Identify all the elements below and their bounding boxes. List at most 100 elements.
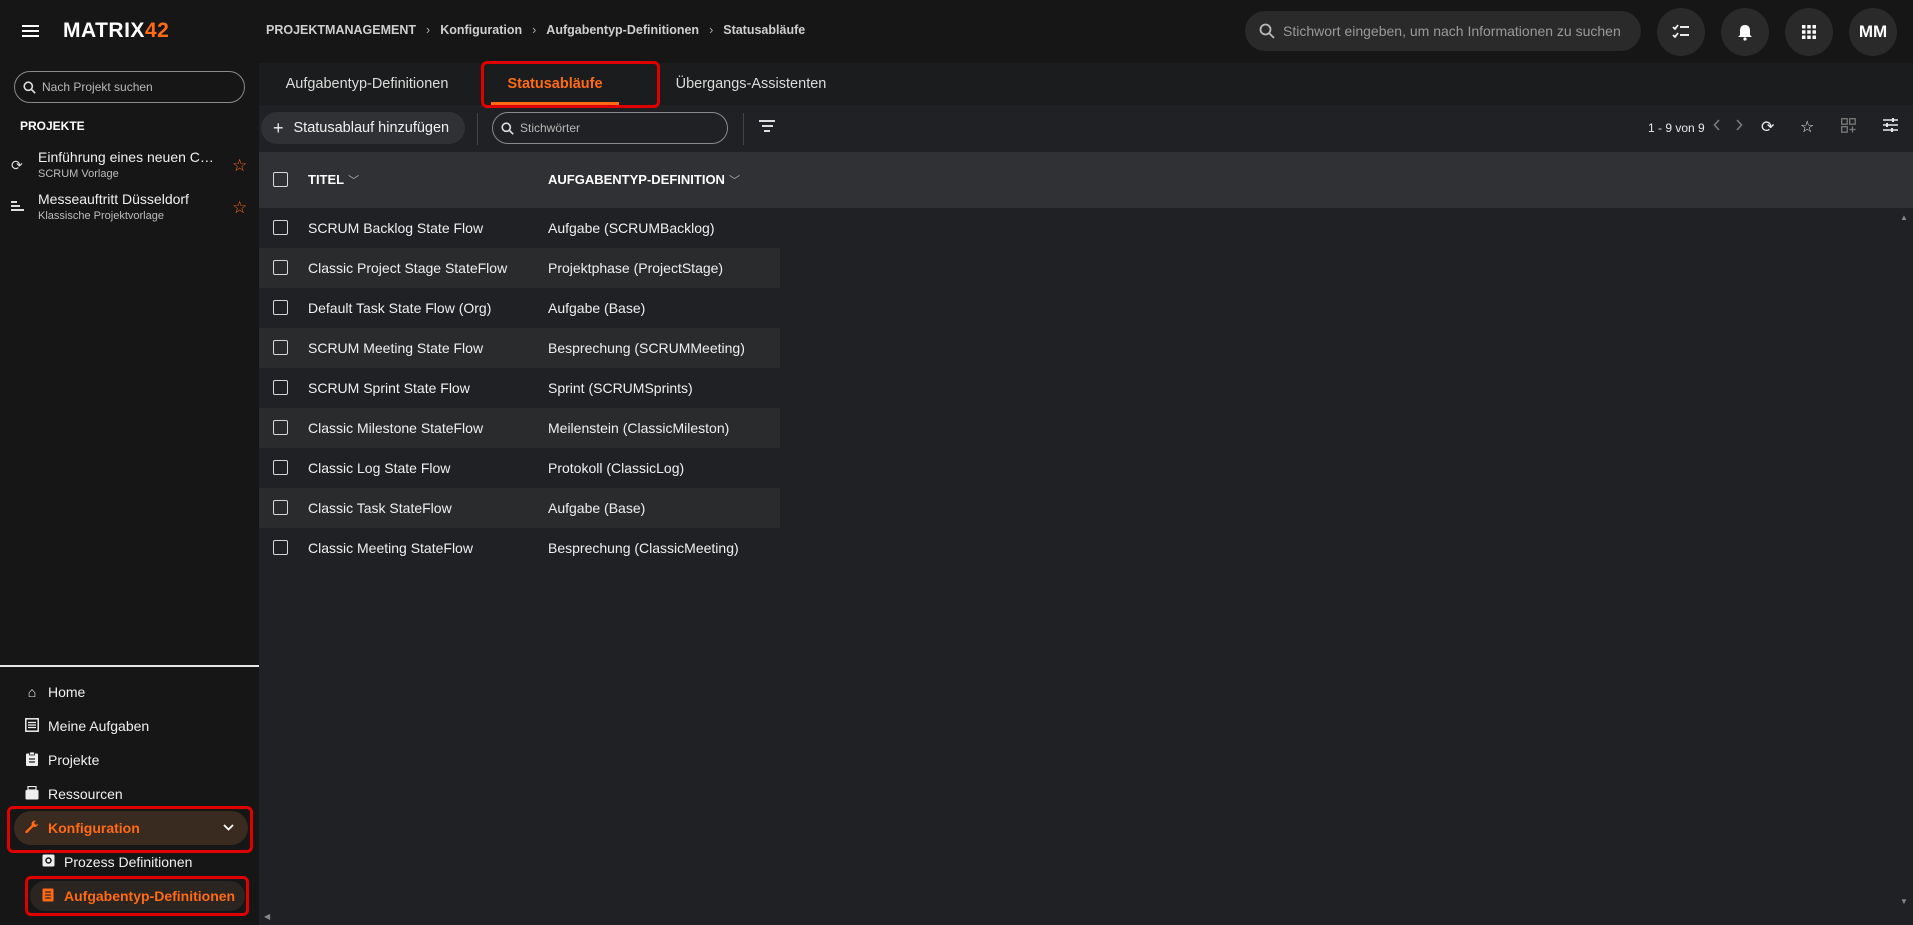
scroll-left-icon[interactable]: ◀ — [264, 912, 270, 921]
project-search[interactable] — [14, 71, 245, 103]
app-logo[interactable]: MATRIX42 — [63, 19, 169, 43]
select-all-checkbox[interactable] — [273, 172, 288, 187]
breadcrumb: PROJEKTMANAGEMENT › Konfiguration › Aufg… — [266, 23, 805, 37]
home-icon: ⌂ — [27, 684, 37, 700]
column-header-label: TITEL — [308, 172, 345, 187]
star-icon[interactable]: ☆ — [232, 156, 247, 176]
notification-bell-icon[interactable] — [1721, 8, 1769, 56]
settings-sliders-icon[interactable] — [1883, 118, 1898, 137]
scroll-up-icon[interactable]: ▲ — [1900, 213, 1908, 222]
project-title: Einführung eines neuen CR... — [38, 149, 218, 165]
row-checkbox[interactable] — [273, 220, 288, 235]
table-row[interactable]: Classic Project Stage StateFlow Projektph… — [259, 248, 780, 288]
nav-item-home[interactable]: ⌂ Home — [14, 675, 248, 709]
column-header-title[interactable]: TITEL ﹀ — [308, 172, 359, 188]
star-icon[interactable]: ☆ — [1800, 117, 1814, 137]
user-avatar[interactable]: MM — [1849, 8, 1897, 56]
search-icon — [1259, 23, 1275, 39]
nav-item-resources[interactable]: Ressourcen — [14, 777, 248, 811]
checklist-icon[interactable] — [1657, 8, 1705, 56]
star-icon[interactable]: ☆ — [232, 198, 247, 218]
wrench-icon — [24, 820, 40, 837]
logo-text: MATRIX — [63, 19, 145, 42]
logo-accent: 42 — [144, 19, 170, 42]
project-subtitle: Klassische Projektvorlage — [38, 210, 164, 222]
project-item[interactable]: ⟳ Einführung eines neuen CR... SCRUM Vor… — [0, 147, 259, 185]
top-bar: MATRIX42 PROJEKTMANAGEMENT › Konfigurati… — [0, 0, 1913, 63]
filter-icon[interactable] — [757, 117, 777, 137]
tasks-icon — [24, 717, 40, 735]
global-search[interactable] — [1245, 11, 1641, 51]
nav-label: Aufgabentyp-Definitionen — [64, 888, 236, 904]
chevron-left-icon[interactable] — [1713, 118, 1721, 136]
menu-icon[interactable] — [22, 22, 42, 40]
chevron-right-icon: › — [709, 23, 714, 37]
nav-label: Projekte — [48, 752, 100, 768]
nav-item-my-tasks[interactable]: Meine Aufgaben — [14, 709, 248, 743]
keyword-search-input[interactable] — [520, 121, 720, 135]
toolbar: + Statusablauf hinzufügen 1 - 9 von 9 ⟳ … — [259, 105, 1913, 152]
refresh-icon[interactable]: ⟳ — [1761, 117, 1774, 137]
row-checkbox[interactable] — [273, 540, 288, 555]
add-widget-icon[interactable] — [1841, 118, 1856, 138]
resources-icon — [24, 785, 40, 803]
table-row[interactable]: SCRUM Backlog State Flow Aufgabe (SCRUMBa… — [259, 208, 780, 248]
cell-task-type: Protokoll (ClassicLog) — [548, 460, 685, 476]
cell-title: SCRUM Backlog State Flow — [308, 220, 484, 236]
column-header-label: AUFGABENTYP-DEFINITION — [548, 172, 725, 187]
breadcrumb-item[interactable]: Aufgabentyp-Definitionen — [546, 23, 699, 37]
tab-transition-assistants[interactable]: Übergangs-Assistenten — [667, 63, 835, 105]
cell-task-type: Meilenstein (ClassicMileston) — [548, 420, 730, 436]
column-header-task-type-definition[interactable]: AUFGABENTYP-DEFINITION ﹀ — [548, 172, 740, 188]
tab-state-flows[interactable]: Statusabläufe — [485, 63, 625, 105]
chevron-down-icon: ﹀ — [348, 175, 360, 187]
chevron-right-icon: › — [426, 23, 431, 37]
cell-task-type: Aufgabe (Base) — [548, 300, 646, 316]
table-row[interactable]: Classic Milestone StateFlow Meilenstein (… — [259, 408, 780, 448]
cell-title: SCRUM Sprint State Flow — [308, 380, 470, 396]
process-icon — [40, 854, 56, 870]
nav-label: Ressourcen — [48, 786, 123, 802]
clipboard-icon — [24, 751, 40, 769]
chevron-down-icon: ﹀ — [728, 175, 740, 187]
project-search-input[interactable] — [42, 80, 242, 94]
add-button-label: Statusablauf hinzufügen — [293, 120, 450, 136]
add-state-flow-button[interactable]: + Statusablauf hinzufügen — [261, 112, 466, 144]
nav-item-projects[interactable]: Projekte — [14, 743, 248, 777]
tab-task-type-definitions[interactable]: Aufgabentyp-Definitionen — [275, 63, 459, 105]
nav-item-configuration[interactable]: Konfiguration — [14, 811, 248, 845]
row-checkbox[interactable] — [273, 260, 288, 275]
plus-icon: + — [273, 117, 284, 138]
chevron-right-icon[interactable] — [1735, 118, 1743, 136]
table-row[interactable]: SCRUM Sprint State Flow Sprint (SCRUMSpri… — [259, 368, 780, 408]
table-row[interactable]: SCRUM Meeting State Flow Besprechung (SCR… — [259, 328, 780, 368]
row-checkbox[interactable] — [273, 300, 288, 315]
toolbar-divider — [743, 113, 744, 145]
apps-grid-icon[interactable] — [1785, 8, 1833, 56]
nav-sub-process-definitions[interactable]: Prozess Definitionen — [30, 847, 245, 877]
chevron-down-icon[interactable] — [223, 820, 234, 834]
scroll-down-icon[interactable]: ▼ — [1900, 897, 1908, 906]
row-checkbox[interactable] — [273, 460, 288, 475]
definition-icon — [40, 888, 56, 905]
cell-task-type: Projektphase (ProjectStage) — [548, 260, 724, 276]
table-row[interactable]: Classic Task StateFlow Aufgabe (Base) — [259, 488, 780, 528]
project-item[interactable]: Messeauftritt Düsseldorf Klassische Proj… — [0, 189, 259, 227]
row-checkbox[interactable] — [273, 380, 288, 395]
keyword-search[interactable] — [492, 112, 728, 144]
global-search-input[interactable] — [1283, 23, 1623, 39]
table-row[interactable]: Default Task State Flow (Org) Aufgabe (Ba… — [259, 288, 780, 328]
cell-task-type: Aufgabe (Base) — [548, 500, 646, 516]
sidebar: PROJEKTE ⟳ Einführung eines neuen CR... … — [0, 63, 259, 925]
toolbar-divider — [477, 113, 478, 145]
cell-task-type: Aufgabe (SCRUMBacklog) — [548, 220, 715, 236]
nav-sub-task-type-definitions[interactable]: Aufgabentyp-Definitionen — [30, 881, 245, 911]
table-row[interactable]: Classic Meeting StateFlow Besprechung (Cl… — [259, 528, 780, 568]
table-row[interactable]: Classic Log State Flow Protokoll (Classic… — [259, 448, 780, 488]
row-checkbox[interactable] — [273, 500, 288, 515]
row-checkbox[interactable] — [273, 340, 288, 355]
row-checkbox[interactable] — [273, 420, 288, 435]
breadcrumb-item[interactable]: Konfiguration — [440, 23, 522, 37]
project-title: Messeauftritt Düsseldorf — [38, 191, 189, 207]
breadcrumb-item[interactable]: PROJEKTMANAGEMENT — [266, 23, 416, 37]
